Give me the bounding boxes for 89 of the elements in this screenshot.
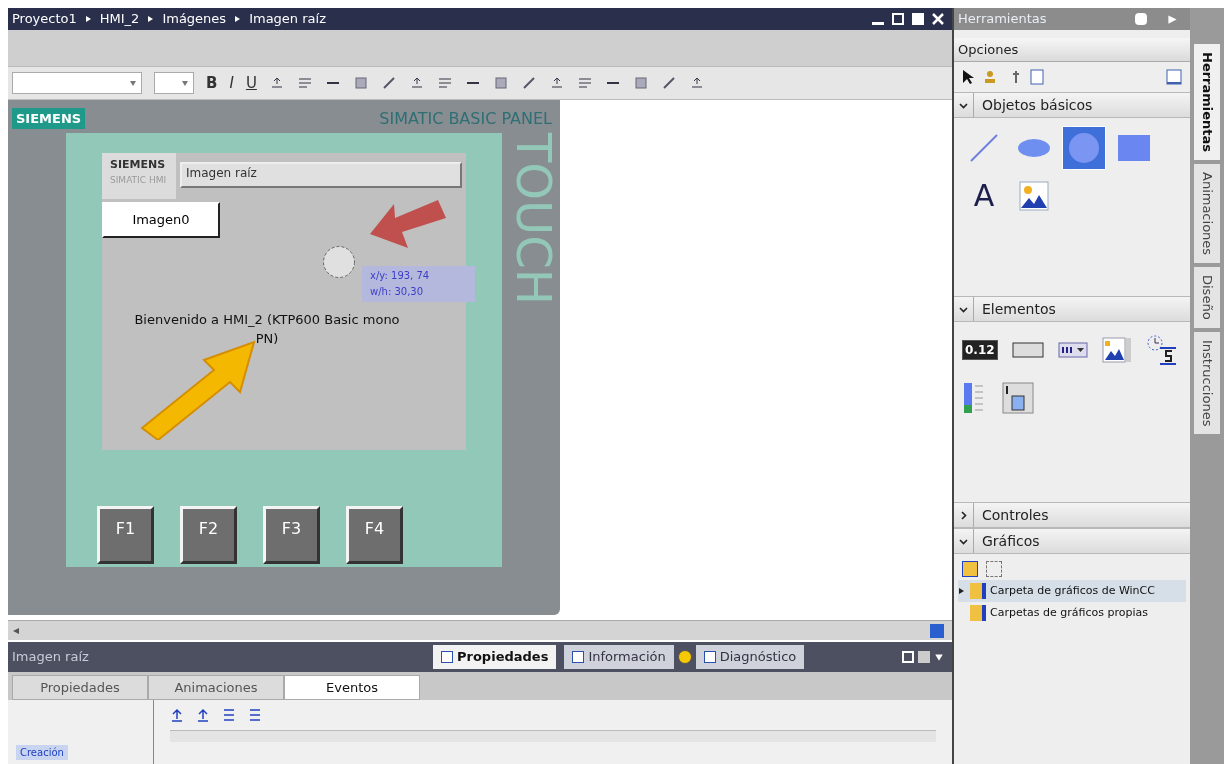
panel-model-label: SIMATIC BASIC PANEL xyxy=(379,107,553,130)
event-list-item[interactable]: Creación xyxy=(16,745,68,760)
switch-tool-icon[interactable] xyxy=(1002,382,1034,414)
format-toggle[interactable]: I xyxy=(229,71,234,95)
picture-tool-icon[interactable] xyxy=(1019,181,1049,211)
tooltip-line: w/h: 30,30 xyxy=(370,285,425,299)
tooltip-line: x/y: 193, 74 xyxy=(370,269,431,283)
dropdown-field-icon[interactable] xyxy=(1057,341,1088,359)
inspector-tab[interactable]: Eventos xyxy=(284,675,420,700)
section-header[interactable]: Controles xyxy=(954,502,1190,528)
breadcrumb-item[interactable]: Imágenes xyxy=(162,9,227,29)
breadcrumb-separator-icon xyxy=(147,15,155,23)
float-icon[interactable] xyxy=(902,651,914,663)
list-action-icon[interactable] xyxy=(170,708,184,722)
inspector-tab[interactable]: Animaciones xyxy=(148,675,284,700)
inspector-tab[interactable]: Propiedades xyxy=(12,675,148,700)
float-icon[interactable] xyxy=(892,13,904,25)
function-key[interactable]: F1 xyxy=(97,506,154,564)
button-tool-icon[interactable] xyxy=(1011,341,1044,359)
view-icon xyxy=(703,651,716,663)
inspector-title: Imagen raíz xyxy=(11,648,90,667)
format-toggle[interactable]: U xyxy=(245,71,257,95)
welcome-text: Bienvenido a HMI_2 (KTP600 Basic mono PN) xyxy=(133,311,401,348)
side-tab[interactable]: Animaciones xyxy=(1194,164,1220,264)
folder-label: Carpetas de gráficos propias xyxy=(990,604,1148,621)
screen-logo-subtitle: SIMATIC HMI xyxy=(110,173,168,187)
caret-icon[interactable] xyxy=(129,79,137,87)
list-action-icon[interactable] xyxy=(222,708,236,722)
page-icon[interactable] xyxy=(1030,69,1044,85)
section-header[interactable]: Gráficos xyxy=(954,528,1190,554)
collapse-icon[interactable] xyxy=(1167,13,1178,25)
close-icon[interactable] xyxy=(932,13,944,25)
section-title: Objetos básicos xyxy=(982,95,1093,115)
graphics-folder[interactable]: Carpeta de gráficos de WinCC xyxy=(958,580,1186,602)
section-header[interactable]: Elementos xyxy=(954,296,1190,322)
side-tab[interactable]: Herramientas xyxy=(1194,44,1220,161)
inspector-view-tab[interactable]: Diagnóstico xyxy=(695,645,805,669)
options-title: Opciones xyxy=(958,40,1019,59)
breadcrumb-item[interactable]: Proyecto1 xyxy=(12,9,77,29)
breadcrumb-separator-icon xyxy=(84,15,92,23)
inspector-view-tab[interactable]: Información xyxy=(564,645,674,669)
info-icon xyxy=(677,650,692,664)
rectangle-tool-icon[interactable] xyxy=(1117,134,1151,162)
clock-icon[interactable] xyxy=(1145,334,1178,366)
io-field-tool[interactable]: 0.12 xyxy=(962,340,998,360)
screen-logo: SIEMENS xyxy=(110,157,167,173)
folder-icon xyxy=(970,583,986,599)
folder-icon xyxy=(970,605,986,621)
breadcrumb-item[interactable]: HMI_2 xyxy=(99,9,140,29)
format-toggle[interactable]: B xyxy=(206,71,218,95)
touch-label: TOUCH xyxy=(510,133,558,307)
function-key[interactable]: F3 xyxy=(263,506,320,564)
section-title: Controles xyxy=(982,505,1049,525)
list-action-icon[interactable] xyxy=(248,708,262,722)
function-key[interactable]: F4 xyxy=(346,506,403,564)
function-key[interactable]: F2 xyxy=(180,506,237,564)
view-icon xyxy=(441,651,453,663)
section-title: Gráficos xyxy=(982,531,1040,551)
side-tab[interactable]: Diseño xyxy=(1194,267,1220,328)
folder-add-icon[interactable] xyxy=(962,561,978,577)
side-tab[interactable]: Instrucciones xyxy=(1194,331,1220,435)
view-icon xyxy=(572,651,585,663)
caret-icon[interactable] xyxy=(181,79,189,87)
font-dropdown[interactable] xyxy=(12,72,142,94)
ellipse-tool-icon[interactable] xyxy=(1016,136,1052,160)
scroll-left-icon[interactable] xyxy=(12,626,20,635)
minimize-icon[interactable] xyxy=(872,21,884,25)
expand-arrow-icon[interactable] xyxy=(958,587,965,595)
circle-shape xyxy=(322,245,356,279)
folder-remove-icon[interactable] xyxy=(986,561,1002,577)
graphics-folder[interactable]: Carpetas de gráficos propias xyxy=(958,602,1186,624)
pointer-icon[interactable] xyxy=(962,69,974,85)
folder-label: Carpeta de gráficos de WinCC xyxy=(990,582,1155,599)
breadcrumb-separator-icon xyxy=(234,15,242,23)
breadcrumb-item[interactable]: Imagen raíz xyxy=(249,9,326,29)
graphic-list-icon[interactable] xyxy=(1101,335,1132,365)
size-dropdown[interactable] xyxy=(154,72,194,94)
section-header[interactable]: Objetos básicos xyxy=(954,92,1190,118)
text-tool[interactable]: A xyxy=(962,174,1006,218)
section-title: Elementos xyxy=(982,299,1056,319)
screen-title-field: Imagen raíz xyxy=(180,162,462,188)
brand-logo: SIEMENS xyxy=(12,107,86,130)
zoom-icon[interactable] xyxy=(930,623,944,638)
horizontal-scrollbar[interactable] xyxy=(8,620,952,640)
task-card-title: Herramientas xyxy=(958,10,1047,29)
window-icon[interactable] xyxy=(1166,69,1182,85)
inspector-view-tab[interactable]: Propiedades xyxy=(433,645,557,669)
caret-icon[interactable] xyxy=(934,652,944,662)
list-action-icon[interactable] xyxy=(196,708,210,722)
